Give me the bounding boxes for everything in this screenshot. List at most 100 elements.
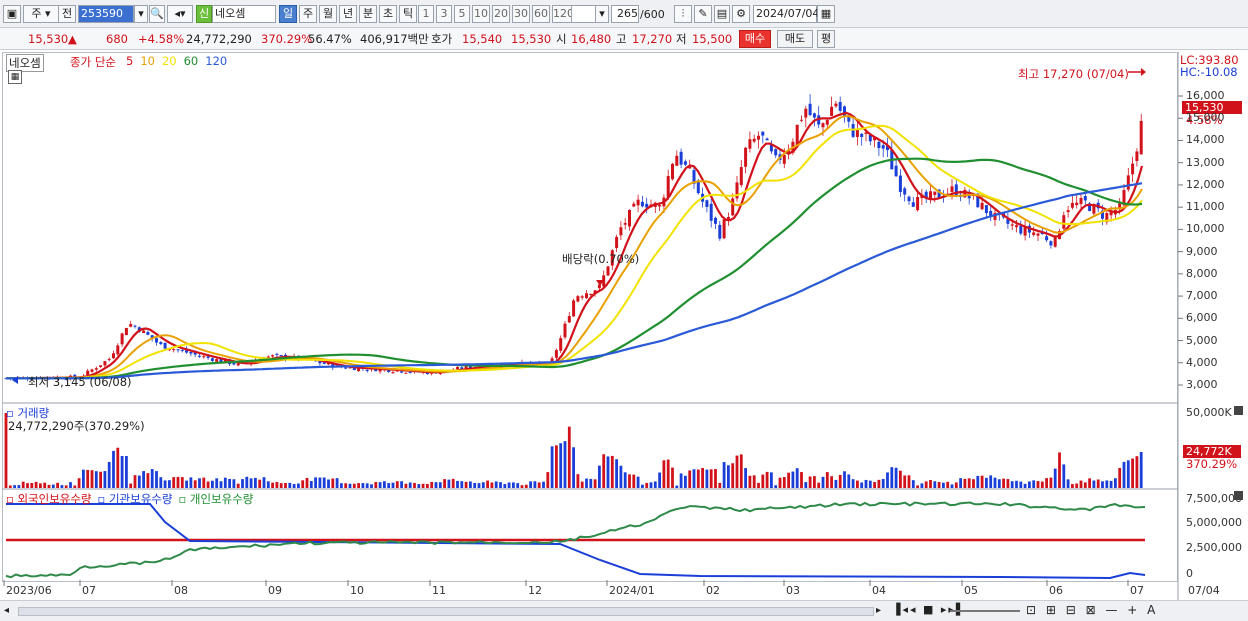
stock-chart[interactable] [0,52,1248,600]
interval-button-4[interactable]: 20 [492,5,510,23]
interval-button-5[interactable]: 30 [512,5,530,23]
volume-bar-238 [1028,481,1031,488]
candle-194 [838,102,842,111]
candle-193 [834,103,838,107]
settings-icon[interactable]: ⚙ [732,5,750,23]
code-dropdown-icon[interactable]: ▾ [134,5,148,23]
candle-43 [189,351,193,354]
sell-button[interactable]: 매도 [777,30,813,48]
holding-close-icon[interactable] [1234,491,1243,500]
candle-212 [916,197,920,211]
indicator-icon[interactable]: ⫶ [674,5,692,23]
volume-bar-77 [335,478,339,488]
draw-tool-icon[interactable]: ✎ [694,5,712,23]
ma-period-5[interactable]: 5 [126,54,133,68]
period-type-select[interactable]: 주 ▾ [23,5,59,23]
volume-bar-19 [86,469,90,488]
count-input[interactable]: 265 [611,5,639,23]
candle-155 [671,163,674,180]
volume-bar-131 [567,426,571,488]
calendar-icon[interactable]: ▦ [817,5,835,23]
volume-bar-35 [155,471,158,488]
volume-bar-39 [172,477,176,488]
candle-26 [116,345,120,355]
volume-bar-161 [696,469,700,488]
ask-price-1: 15,540 [462,32,503,46]
interval-dropdown-icon[interactable]: ▾ [595,5,609,23]
scrollbar-track[interactable] [18,607,874,616]
volume-bar-102 [443,479,446,488]
avg-button[interactable]: 평 [817,30,835,48]
candle-243 [1049,241,1053,246]
zoom-tools-icon[interactable]: ⊡ ⊞ ⊟ ⊠ — + A [1026,603,1158,617]
candle-262 [1131,163,1135,175]
search-icon[interactable]: 🔍 [149,5,165,23]
scroll-left-icon[interactable]: ◂ [4,605,14,617]
period-button-1[interactable]: 주 [299,5,317,23]
volume-bar-196 [847,474,851,488]
period-button-6[interactable]: 틱 [399,5,417,23]
volume-bar-159 [688,470,692,488]
layout-icon[interactable]: ▣ [3,5,21,23]
period-button-5[interactable]: 초 [379,5,397,23]
stock-name-field[interactable]: 네오셈 [212,5,276,23]
ma-line-120 [6,182,1143,380]
volume-bar-149 [645,482,649,488]
candle-152 [658,204,662,207]
candle-145 [628,210,631,227]
candle-146 [632,203,636,207]
volume-bar-8 [39,483,42,488]
ma-period-60[interactable]: 60 [184,54,199,68]
volume-bar-220 [950,484,954,488]
volume-bar-95 [413,482,416,488]
period-button-2[interactable]: 월 [319,5,337,23]
high-arrow-head [1141,68,1146,76]
volume-bar-74 [322,477,326,488]
table-icon[interactable]: ▦ [8,70,22,84]
interval-button-6[interactable]: 60 [532,5,550,23]
candle-247 [1066,210,1070,213]
interval-button-0[interactable]: 1 [418,5,434,23]
volume-bar-136 [589,478,593,488]
scroll-right-icon[interactable]: ▸ [876,605,881,616]
volume-bar-75 [327,479,330,488]
candle-30 [133,325,137,327]
interval-button-1[interactable]: 3 [436,5,452,23]
candle-195 [843,106,846,117]
volume-bar-116 [503,484,507,488]
volume-bar-11 [51,484,55,488]
holding-legend-2[interactable]: ▫ 개인보유수량 [178,492,253,506]
volume-bar-221 [954,482,958,488]
buy-button[interactable]: 매수 [739,30,771,48]
interval-button-3[interactable]: 10 [472,5,490,23]
volume-bar-79 [344,483,348,488]
volume-close-icon[interactable] [1234,406,1243,415]
sound-icon[interactable]: ◂▾ [167,5,193,23]
ma-period-10[interactable]: 10 [140,54,155,68]
candle-149 [645,203,649,208]
volume-bar-142 [615,459,618,488]
holding-legend-0[interactable]: ▫ 외국인보유수량 [6,492,92,506]
ma-period-20[interactable]: 20 [162,54,177,68]
ma-period-120[interactable]: 120 [205,54,227,68]
ma-label: 종가 단순 [70,55,116,69]
candle-240 [1036,233,1040,236]
volume-bar-53 [232,479,236,488]
holding-legend-1[interactable]: ▫ 기관보유수량 [98,492,173,506]
period-button-0[interactable]: 일 [279,5,297,23]
volume-bar-151 [653,481,657,488]
period-button-4[interactable]: 분 [359,5,377,23]
holding-tick-1: 5,000,000 [1186,516,1242,529]
save-icon[interactable]: ▤ [714,5,730,23]
ma-line-10 [6,114,1143,380]
stock-code-input[interactable]: 253590 [78,5,134,23]
zoom-slider[interactable] [950,610,1020,612]
period-button-3[interactable]: 년 [339,5,357,23]
volume-bar-167 [722,462,726,488]
candle-48 [210,358,214,361]
interval-button-2[interactable]: 5 [454,5,470,23]
prev-button[interactable]: 전 [58,5,76,23]
volume-bar-146 [632,474,636,488]
date-input[interactable]: 2024/07/04 [753,5,819,23]
volume-bar-68 [297,483,300,488]
